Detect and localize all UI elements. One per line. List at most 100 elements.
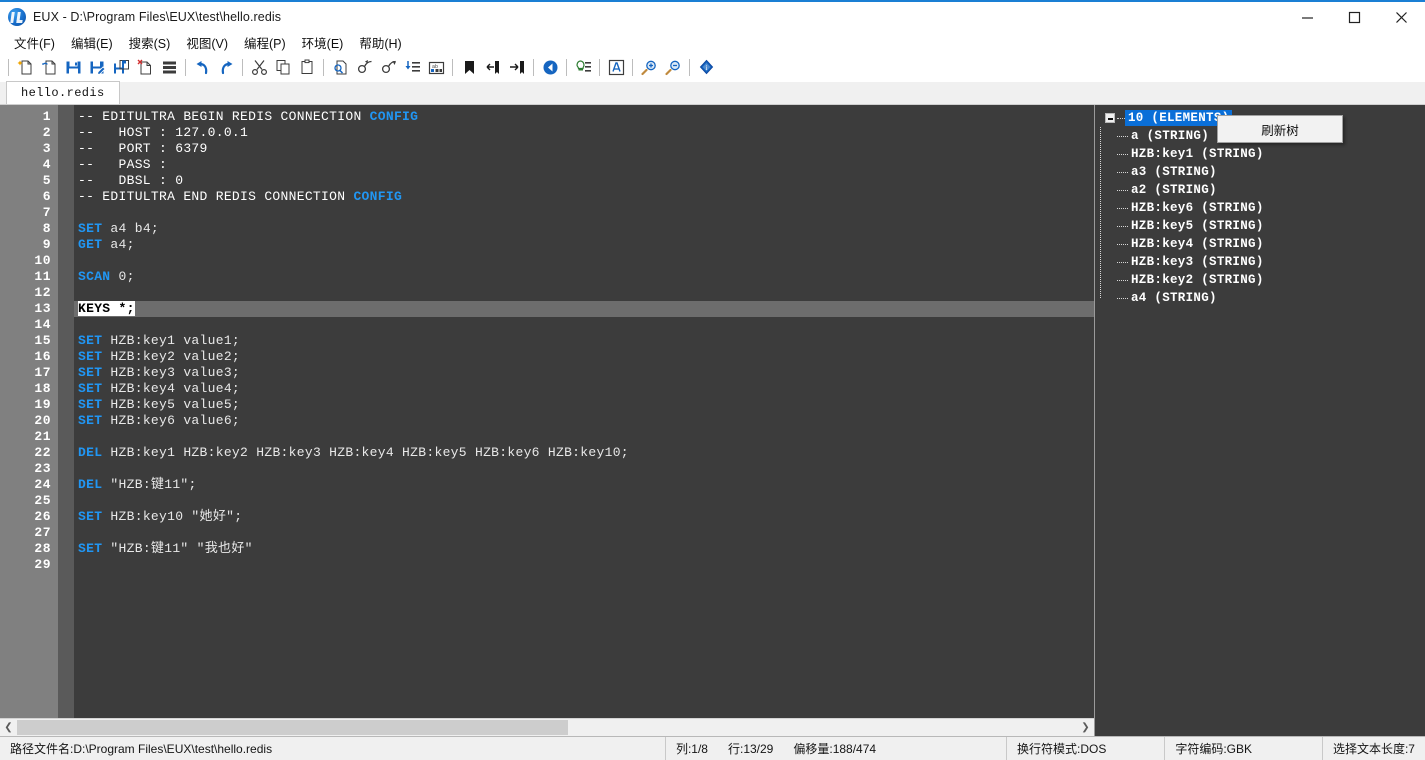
close-file-icon[interactable] bbox=[133, 56, 157, 80]
code-line[interactable]: KEYS *; bbox=[74, 301, 1094, 317]
code-line[interactable]: SCAN 0; bbox=[74, 269, 1094, 285]
editor-main: 1234567891011121314151617181920212223242… bbox=[0, 105, 1094, 718]
code-line[interactable] bbox=[74, 205, 1094, 221]
tree-node-label: HZB:key1 (STRING) bbox=[1131, 147, 1264, 161]
code-line[interactable] bbox=[74, 525, 1094, 541]
tree-node[interactable]: HZB:key2 (STRING) bbox=[1117, 271, 1425, 289]
replace-icon[interactable]: ab bbox=[424, 56, 448, 80]
code-line[interactable] bbox=[74, 461, 1094, 477]
code-line[interactable]: GET a4; bbox=[74, 237, 1094, 253]
code-line[interactable]: -- PORT : 6379 bbox=[74, 141, 1094, 157]
code-keyword: CONFIG bbox=[353, 189, 402, 204]
code-line[interactable] bbox=[74, 429, 1094, 445]
maximize-icon[interactable] bbox=[1331, 2, 1378, 32]
tree-node[interactable]: HZB:key4 (STRING) bbox=[1117, 235, 1425, 253]
code-line[interactable]: SET HZB:key3 value3; bbox=[74, 365, 1094, 381]
tree-node[interactable]: HZB:key3 (STRING) bbox=[1117, 253, 1425, 271]
code-line[interactable]: SET HZB:key2 value2; bbox=[74, 349, 1094, 365]
bookmark-previous-icon[interactable] bbox=[481, 56, 505, 80]
line-number: 9 bbox=[0, 237, 58, 253]
font-icon[interactable] bbox=[604, 56, 628, 80]
open-file-icon[interactable] bbox=[37, 56, 61, 80]
menu-help[interactable]: 帮助(H) bbox=[351, 31, 409, 55]
code-line[interactable] bbox=[74, 285, 1094, 301]
bookmark-next-icon[interactable] bbox=[505, 56, 529, 80]
save-all-icon[interactable] bbox=[109, 56, 133, 80]
close-icon[interactable] bbox=[1378, 2, 1425, 32]
code-line[interactable]: SET HZB:key10 "她好"; bbox=[74, 509, 1094, 525]
tree-node[interactable]: a4 (STRING) bbox=[1117, 289, 1425, 307]
zoom-out-icon[interactable] bbox=[661, 56, 685, 80]
menu-program[interactable]: 编程(P) bbox=[236, 31, 294, 55]
window-controls bbox=[1284, 2, 1425, 32]
scroll-right-icon[interactable]: ❯ bbox=[1077, 719, 1094, 736]
code-line[interactable]: SET HZB:key5 value5; bbox=[74, 397, 1094, 413]
find-next-icon[interactable] bbox=[376, 56, 400, 80]
zoom-in-icon[interactable] bbox=[637, 56, 661, 80]
code-line[interactable]: SET a4 b4; bbox=[74, 221, 1094, 237]
code-line[interactable]: -- EDITULTRA BEGIN REDIS CONNECTION CONF… bbox=[74, 109, 1094, 125]
code-line[interactable]: SET HZB:key1 value1; bbox=[74, 333, 1094, 349]
code-line[interactable]: DEL "HZB:键11"; bbox=[74, 477, 1094, 493]
menu-view[interactable]: 视图(V) bbox=[178, 31, 236, 55]
code-line[interactable] bbox=[74, 493, 1094, 509]
toolbar-separator bbox=[8, 59, 9, 76]
tree-node[interactable]: HZB:key5 (STRING) bbox=[1117, 217, 1425, 235]
code-line[interactable]: -- DBSL : 0 bbox=[74, 173, 1094, 189]
code-line[interactable] bbox=[74, 317, 1094, 333]
tree-node[interactable]: a3 (STRING) bbox=[1117, 163, 1425, 181]
context-menu-item-refresh-tree[interactable]: 刷新树 bbox=[1261, 120, 1299, 139]
code-text: HZB:key4 value4; bbox=[102, 381, 240, 396]
undo-icon[interactable] bbox=[190, 56, 214, 80]
menu-file[interactable]: 文件(F) bbox=[6, 31, 63, 55]
code-line[interactable]: -- HOST : 127.0.0.1 bbox=[74, 125, 1094, 141]
tree-node[interactable]: HZB:key1 (STRING) bbox=[1117, 145, 1425, 163]
save-as-icon[interactable] bbox=[85, 56, 109, 80]
goto-line-icon[interactable] bbox=[400, 56, 424, 80]
minimize-icon[interactable] bbox=[1284, 2, 1331, 32]
tree-node[interactable]: a2 (STRING) bbox=[1117, 181, 1425, 199]
tab-hello-redis[interactable]: hello.redis bbox=[6, 81, 120, 104]
code-line[interactable]: DEL HZB:key1 HZB:key2 HZB:key3 HZB:key4 … bbox=[74, 445, 1094, 461]
editor-horizontal-scrollbar[interactable]: ❮ ❯ bbox=[0, 718, 1094, 736]
back-navigate-icon[interactable] bbox=[538, 56, 562, 80]
code-line[interactable] bbox=[74, 253, 1094, 269]
tree-node[interactable]: HZB:key6 (STRING) bbox=[1117, 199, 1425, 217]
redo-icon[interactable] bbox=[214, 56, 238, 80]
cut-icon[interactable] bbox=[247, 56, 271, 80]
bookmark-icon[interactable] bbox=[457, 56, 481, 80]
code-editor[interactable]: -- EDITULTRA BEGIN REDIS CONNECTION CONF… bbox=[74, 105, 1094, 718]
scroll-track[interactable] bbox=[17, 719, 1077, 736]
menu-search[interactable]: 搜索(S) bbox=[121, 31, 179, 55]
line-number: 16 bbox=[0, 349, 58, 365]
run-script-icon[interactable] bbox=[571, 56, 595, 80]
tree-node-label: HZB:key4 (STRING) bbox=[1131, 237, 1264, 251]
find-previous-icon[interactable] bbox=[352, 56, 376, 80]
line-number: 14 bbox=[0, 317, 58, 333]
code-line[interactable]: -- PASS : bbox=[74, 157, 1094, 173]
copy-icon[interactable] bbox=[271, 56, 295, 80]
code-selection: KEYS *; bbox=[78, 301, 135, 316]
new-file-icon[interactable] bbox=[13, 56, 37, 80]
line-number: 19 bbox=[0, 397, 58, 413]
list-icon[interactable] bbox=[157, 56, 181, 80]
tree-context-menu[interactable]: 刷新树 bbox=[1217, 115, 1343, 143]
code-line[interactable] bbox=[74, 557, 1094, 573]
code-keyword: SET bbox=[78, 413, 102, 428]
code-line[interactable]: SET HZB:key4 value4; bbox=[74, 381, 1094, 397]
code-line[interactable]: SET "HZB:键11" "我也好" bbox=[74, 541, 1094, 557]
editor-pane: 1234567891011121314151617181920212223242… bbox=[0, 105, 1095, 736]
collapse-expander-icon[interactable] bbox=[1105, 113, 1115, 123]
menu-edit[interactable]: 编辑(E) bbox=[63, 31, 121, 55]
about-icon[interactable]: i bbox=[694, 56, 718, 80]
scroll-thumb[interactable] bbox=[17, 720, 568, 735]
application-window: EUX - D:\Program Files\EUX\test\hello.re… bbox=[0, 0, 1425, 760]
code-text: HZB:key1 value1; bbox=[102, 333, 240, 348]
paste-icon[interactable] bbox=[295, 56, 319, 80]
code-line[interactable]: -- EDITULTRA END REDIS CONNECTION CONFIG bbox=[74, 189, 1094, 205]
scroll-left-icon[interactable]: ❮ bbox=[0, 719, 17, 736]
code-line[interactable]: SET HZB:key6 value6; bbox=[74, 413, 1094, 429]
find-in-file-icon[interactable] bbox=[328, 56, 352, 80]
save-icon[interactable] bbox=[61, 56, 85, 80]
menu-environment[interactable]: 环境(E) bbox=[294, 31, 352, 55]
